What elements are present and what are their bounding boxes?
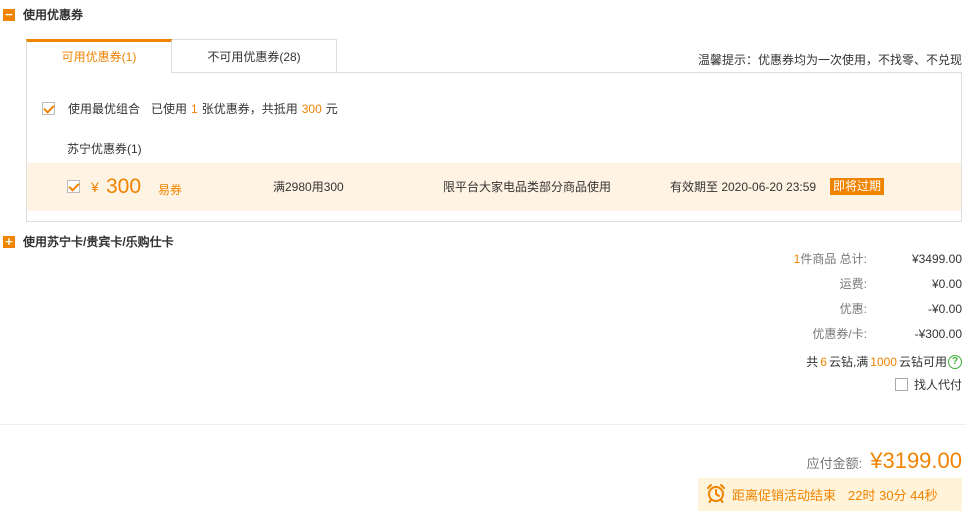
cloud-prefix: 共 [806, 355, 819, 369]
expiring-badge: 即将过期 [830, 178, 885, 195]
promo-label: 距离促销活动结束 [732, 488, 837, 503]
proxy-pay-option[interactable]: 找人代付 [894, 376, 962, 393]
discount-value: -¥0.00 [927, 302, 962, 316]
coupon-scope: 限平台大家电品类部分商品使用 [443, 180, 612, 194]
order-summary: 1件商品 总计: ¥3499.00 运费: ¥0.00 优惠: -¥0.00 优… [642, 252, 962, 352]
cloud-mid: 云钻,满 [828, 355, 869, 369]
coupon-section-header[interactable]: − 使用优惠券 [3, 6, 83, 23]
coupon-validity: 有效期至 2020-06-20 23:59 [670, 180, 817, 194]
tab-unavailable-coupons[interactable]: 不可用优惠券(28) [172, 39, 337, 73]
collapse-icon[interactable]: − [3, 8, 15, 21]
card-section-header[interactable]: + 使用苏宁卡/贵宾卡/乐购仕卡 [3, 233, 174, 250]
coupon-section-title: 使用优惠券 [23, 8, 84, 22]
divider [0, 424, 966, 425]
cloud-count: 6 [820, 354, 827, 369]
best-combo-label: 使用最优组合 [68, 102, 141, 116]
proxy-pay-checkbox[interactable] [894, 378, 908, 391]
coupon-currency: ¥ [91, 179, 99, 195]
coupon-notice: 温馨提示：优惠券均为一次使用，不找零、不兑现 [698, 53, 963, 67]
discount-label: 优惠: [839, 302, 867, 316]
shipping-value: ¥0.00 [931, 277, 962, 291]
promo-countdown-bar: 距离促销活动结束 22时 30分 44秒 [698, 478, 962, 511]
payable-value: ¥3199.00 [870, 448, 962, 473]
used-suffix: 元 [325, 102, 338, 116]
used-prefix: 已使用 [151, 102, 188, 116]
used-count: 1 [191, 101, 198, 116]
best-combo-checkbox[interactable] [42, 102, 55, 115]
items-label: 件商品 总计: [800, 252, 867, 266]
coupon-card-label: 优惠券/卡: [812, 327, 867, 341]
card-section-title: 使用苏宁卡/贵宾卡/乐购仕卡 [23, 235, 174, 249]
expand-icon[interactable]: + [3, 235, 15, 248]
payable-amount: 应付金额: ¥3199.00 [807, 448, 962, 474]
cloud-suffix: 云钻可用 [898, 355, 947, 369]
coupon-row[interactable]: ¥ 300 易券 满2980用300 限平台大家电品类部分商品使用 有效期至 2… [27, 163, 961, 211]
proxy-pay-label: 找人代付 [913, 378, 962, 392]
help-icon[interactable]: ? [948, 354, 962, 369]
summary-discount-row: 优惠: -¥0.00 [642, 302, 962, 327]
best-combo-row: 使用最优组合 已使用 1 张优惠券，共抵用 300 元 [42, 100, 338, 117]
coupon-panel: 使用最优组合 已使用 1 张优惠券，共抵用 300 元 苏宁优惠券(1) ¥ 3… [26, 72, 962, 222]
used-mid: 张优惠券，共抵用 [201, 102, 298, 116]
items-total: ¥3499.00 [911, 252, 962, 266]
summary-shipping-row: 运费: ¥0.00 [642, 277, 962, 302]
coupon-tabs: 可用优惠券(1) 不可用优惠券(28) [26, 39, 337, 73]
cloud-threshold: 1000 [870, 354, 897, 369]
payable-label: 应付金额: [806, 456, 863, 471]
summary-coupon-row: 优惠券/卡: -¥300.00 [642, 327, 962, 352]
alarm-clock-icon [706, 483, 726, 506]
coupon-type: 易券 [158, 183, 183, 197]
used-amount: 300 [301, 101, 322, 116]
tab-available-coupons[interactable]: 可用优惠券(1) [26, 39, 172, 73]
summary-items-row: 1件商品 总计: ¥3499.00 [642, 252, 962, 277]
coupon-amount: 300 [106, 175, 142, 198]
coupon-condition: 满2980用300 [273, 180, 344, 194]
coupon-checkbox[interactable] [67, 180, 80, 193]
store-coupon-label: 苏宁优惠券(1) [67, 142, 142, 156]
coupon-card-value: -¥300.00 [914, 327, 962, 341]
promo-countdown: 22时 30分 44秒 [848, 488, 938, 503]
shipping-label: 运费: [839, 277, 867, 291]
cloud-diamond-info: 共 6 云钻,满 1000 云钻可用 ? [806, 353, 962, 370]
